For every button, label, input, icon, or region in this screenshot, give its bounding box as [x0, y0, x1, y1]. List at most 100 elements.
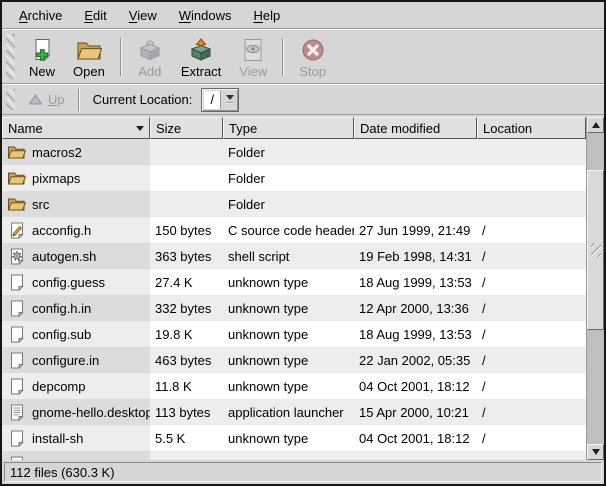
column-header-size[interactable]: Size: [150, 117, 223, 139]
toolbar-drag-handle[interactable]: [6, 34, 15, 79]
file-name-cell: autogen.sh: [2, 243, 150, 269]
file-name-label: pixmaps: [32, 171, 80, 186]
scroll-down-button[interactable]: [587, 444, 604, 460]
document-icon: [7, 273, 26, 291]
toolbar-button-label: Stop: [299, 64, 326, 79]
document-icon: [7, 429, 26, 447]
file-type-cell: unknown type: [223, 347, 354, 373]
column-header-name[interactable]: Name: [2, 117, 150, 139]
extract-button[interactable]: Extract: [172, 31, 230, 82]
scrollbar-trough[interactable]: [587, 133, 604, 444]
vertical-scrollbar: [586, 117, 604, 460]
file-row-macros2[interactable]: macros2Folder: [2, 139, 586, 165]
file-row-depcomp[interactable]: depcomp11.8 Kunknown type04 Oct 2001, 18…: [2, 373, 586, 399]
file-name-cell: config.h.in: [2, 295, 150, 321]
menu-archive[interactable]: Archive: [8, 3, 73, 28]
chevron-down-icon: [226, 95, 234, 100]
triangle-down-icon: [592, 449, 600, 455]
file-name-label: acconfig.h: [32, 223, 91, 238]
file-row-config.h.in[interactable]: config.h.in332 bytesunknown type12 Apr 2…: [2, 295, 586, 321]
file-row-install-sh[interactable]: install-sh5.5 Kunknown type04 Oct 2001, …: [2, 425, 586, 451]
table-header: NameSize Type Date modified Location: [2, 117, 586, 139]
file-name-label: configure.in: [32, 353, 99, 368]
toolbar-button-label: View: [239, 64, 267, 79]
open-archive-icon: [76, 37, 102, 63]
file-list: NameSize Type Date modified Location macros…: [2, 117, 586, 460]
file-row-pixmaps[interactable]: pixmapsFolder: [2, 165, 586, 191]
location-bar: Up Current Location: /: [2, 84, 604, 115]
file-name-cell: gnome-hello.desktop: [2, 399, 150, 425]
file-row-gnome-hello.desktop[interactable]: gnome-hello.desktop113 bytesapplication …: [2, 399, 586, 425]
file-location-cell: /: [477, 243, 586, 269]
view-button[interactable]: View: [230, 31, 276, 82]
add-button[interactable]: Add: [128, 31, 172, 82]
new-archive-icon: [29, 37, 55, 63]
file-row-configure.in[interactable]: configure.in463 bytesunknown type22 Jan …: [2, 347, 586, 373]
file-size-cell: [150, 191, 223, 217]
scrollbar-thumb[interactable]: [587, 170, 604, 330]
file-location-cell: /: [477, 295, 586, 321]
file-date-cell: 18 Aug 1999, 13:53: [354, 321, 477, 347]
column-header-date-modified[interactable]: Date modified: [354, 117, 477, 139]
location-combo-dropdown[interactable]: [221, 89, 238, 111]
menu-windows[interactable]: Windows: [168, 3, 243, 28]
file-row-src[interactable]: srcFolder: [2, 191, 586, 217]
file-type-cell: unknown type: [223, 425, 354, 451]
stop-icon: [300, 37, 326, 63]
file-location-cell: /: [477, 321, 586, 347]
file-name-cell: config.sub: [2, 321, 150, 347]
status-text: 112 files (630.3 K): [10, 465, 115, 480]
file-type-cell: unknown type: [223, 295, 354, 321]
column-header-type[interactable]: Type: [223, 117, 354, 139]
file-size-cell: 5.5 K: [150, 425, 223, 451]
file-name-label: depcomp: [32, 379, 85, 394]
file-row-config.guess[interactable]: config.guess27.4 Kunknown type18 Aug 199…: [2, 269, 586, 295]
status-bar: 112 files (630.3 K): [4, 462, 602, 482]
file-location-cell: /: [477, 399, 586, 425]
file-date-cell: 18 Aug 1999, 13:53: [354, 269, 477, 295]
file-row-acconfig.h[interactable]: acconfig.h150 bytesC source code header2…: [2, 217, 586, 243]
file-location-cell: /: [477, 347, 586, 373]
file-size-cell: 150 bytes: [150, 217, 223, 243]
file-name-label: install-sh: [32, 431, 83, 446]
file-size-cell: 11.8 K: [150, 373, 223, 399]
file-name-label: config.h.in: [32, 301, 91, 316]
open-button[interactable]: Open: [64, 31, 114, 82]
file-type-cell: Folder: [223, 139, 354, 165]
location-bar-drag-handle[interactable]: [6, 89, 15, 110]
file-size-cell: 19.8 K: [150, 321, 223, 347]
toolbar-button-label: Extract: [181, 64, 221, 79]
location-combo[interactable]: /: [201, 88, 239, 112]
toolbar-button-label: Add: [138, 64, 161, 79]
menu-view[interactable]: View: [118, 3, 168, 28]
menu-edit[interactable]: Edit: [73, 3, 117, 28]
file-row-config.sub[interactable]: config.sub19.8 Kunknown type18 Aug 1999,…: [2, 321, 586, 347]
location-combo-value: /: [204, 91, 221, 109]
scroll-up-button[interactable]: [587, 117, 604, 133]
file-name-cell: depcomp: [2, 373, 150, 399]
menu-help[interactable]: Help: [242, 3, 291, 28]
file-row-autogen.sh[interactable]: autogen.sh363 bytesshell script19 Feb 19…: [2, 243, 586, 269]
column-header-label: Location: [483, 121, 532, 136]
document-icon: [7, 455, 26, 460]
file-size-cell: 27.4 K: [150, 269, 223, 295]
scrollbar-grip-icon: [591, 243, 601, 257]
document-icon: [7, 351, 26, 369]
file-type-cell: unknown type: [223, 269, 354, 295]
file-type-cell: unknown type: [223, 321, 354, 347]
file-name-cell: config.guess: [2, 269, 150, 295]
new-button[interactable]: New: [20, 31, 64, 82]
file-name-label: gnome-hello.desktop: [32, 405, 150, 420]
file-name-label: src: [32, 197, 49, 212]
stop-button[interactable]: Stop: [290, 31, 335, 82]
up-button-label: Up: [48, 92, 65, 107]
file-row-partial[interactable]: [2, 451, 586, 460]
file-date-cell: 15 Apr 2000, 10:21: [354, 399, 477, 425]
file-size-cell: [150, 139, 223, 165]
view-icon: [240, 37, 266, 63]
up-button[interactable]: Up: [20, 89, 73, 110]
column-header-location[interactable]: Location: [477, 117, 586, 139]
column-header-label: Type: [229, 121, 257, 136]
folder-icon: [7, 169, 26, 187]
folder-icon: [7, 195, 26, 213]
